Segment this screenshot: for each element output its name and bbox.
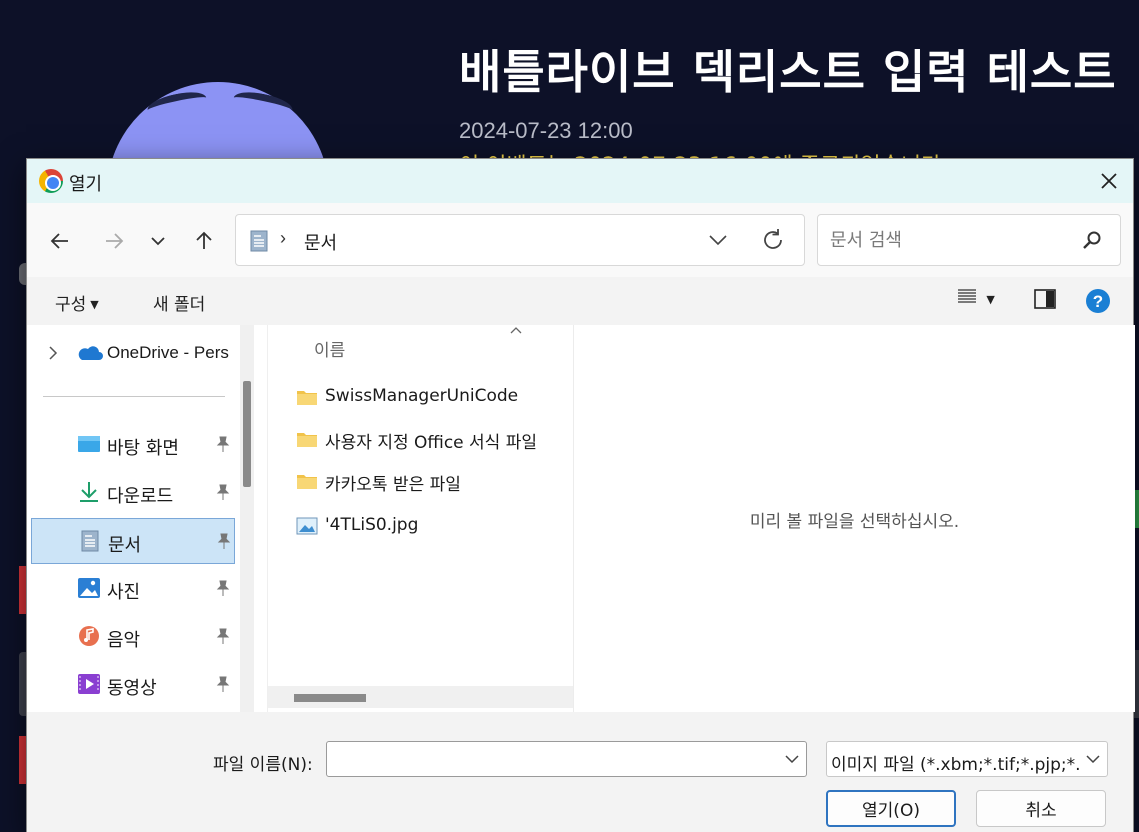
preview-pane-button[interactable] xyxy=(1034,289,1056,314)
pin-icon[interactable] xyxy=(215,435,231,453)
file-name: 사용자 지정 Office 서식 파일 xyxy=(325,433,537,453)
back-button[interactable] xyxy=(43,224,77,258)
address-bar[interactable]: › 문서 xyxy=(235,214,805,266)
nav-item-downloads[interactable]: 다운로드 xyxy=(31,470,235,516)
breadcrumb-separator: › xyxy=(280,228,286,248)
nav-item-label: 문서 xyxy=(108,535,142,556)
dialog-titlebar: 열기 xyxy=(27,159,1133,203)
search-box[interactable] xyxy=(817,214,1121,266)
pictures-icon xyxy=(78,578,100,598)
nav-item-documents[interactable]: 문서 xyxy=(31,518,235,564)
page-title: 배틀라이브 덱리스트 입력 테스트 xyxy=(459,45,1117,99)
nav-scrollbar-thumb[interactable] xyxy=(243,381,251,487)
close-icon xyxy=(1101,173,1117,189)
arrow-left-icon xyxy=(50,233,68,249)
organize-menu[interactable]: 구성 ▼ xyxy=(55,290,99,315)
file-name: SwissManagerUniCode xyxy=(325,386,519,406)
up-button[interactable] xyxy=(187,224,221,258)
new-folder-button[interactable]: 새 폴더 xyxy=(153,290,205,315)
refresh-icon[interactable] xyxy=(761,228,785,252)
help-button[interactable]: ? xyxy=(1085,288,1111,319)
organize-label: 구성 xyxy=(55,295,87,315)
onedrive-label: OneDrive - Pers xyxy=(107,343,229,362)
filename-label: 파일 이름(N): xyxy=(213,755,313,775)
list-view-icon xyxy=(958,289,976,303)
arrow-up-icon xyxy=(196,231,212,249)
nav-item-label: 음악 xyxy=(107,630,141,651)
chrome-icon xyxy=(39,169,63,193)
file-name: '4TLiS0.jpg xyxy=(325,515,419,535)
pin-icon[interactable] xyxy=(215,627,231,645)
preview-pane-icon xyxy=(1034,289,1056,309)
filename-combobox[interactable] xyxy=(326,741,807,777)
nav-divider xyxy=(43,396,225,397)
music-icon xyxy=(79,626,99,646)
close-button[interactable] xyxy=(1093,165,1125,197)
pin-icon[interactable] xyxy=(215,675,231,693)
onedrive-icon xyxy=(78,346,103,360)
chevron-right-icon[interactable] xyxy=(47,345,59,361)
column-header-name[interactable]: 이름 xyxy=(314,336,345,361)
filetype-select[interactable]: 이미지 파일 (*.xbm;*.tif;*.pjp;*.apng;*.svgz;… xyxy=(826,741,1108,777)
filetype-value: 이미지 파일 (*.xbm;*.tif;*.pjp;*.apng;*.svgz;… xyxy=(831,755,1079,775)
view-options-button[interactable]: ▼ xyxy=(957,287,995,310)
breadcrumb-current[interactable]: 문서 xyxy=(304,229,337,255)
caret-down-icon: ▼ xyxy=(986,293,995,306)
file-list-pane: 이름 SwissManagerUniCode 사용자 지정 Office 서식 … xyxy=(267,325,574,712)
dialog-body: OneDrive - Pers 바탕 화면 다운로드 문서 사진 음악 동영상 … xyxy=(27,325,1135,712)
chevron-down-icon[interactable] xyxy=(1085,752,1101,766)
desktop-icon xyxy=(78,436,100,452)
chevron-down-icon[interactable] xyxy=(784,752,800,766)
dialog-footer: 파일 이름(N): 이미지 파일 (*.xbm;*.tif;*.pjp;*.ap… xyxy=(27,712,1133,832)
document-icon xyxy=(250,230,268,252)
file-list-scrollbar-thumb[interactable] xyxy=(294,694,366,702)
file-name: 카카오톡 받은 파일 xyxy=(325,475,461,495)
download-icon xyxy=(80,482,98,502)
caret-down-icon: ▼ xyxy=(90,298,99,311)
videos-icon xyxy=(78,674,100,694)
document-icon xyxy=(81,530,99,552)
svg-text:?: ? xyxy=(1093,292,1103,311)
open-file-dialog: 열기 › 문서 구성▼ xyxy=(26,158,1135,832)
search-input[interactable] xyxy=(830,227,1070,253)
nav-item-label: 다운로드 xyxy=(107,486,174,507)
navigation-bar: › 문서 xyxy=(27,203,1133,277)
nav-item-label: 사진 xyxy=(107,582,141,603)
folder-icon xyxy=(297,391,317,405)
nav-item-label: 동영상 xyxy=(107,678,157,699)
nav-item-music[interactable]: 음악 xyxy=(31,614,235,660)
open-button[interactable]: 열기(O) xyxy=(826,790,956,827)
avatar-eye-left xyxy=(145,87,209,121)
chevron-down-icon[interactable] xyxy=(708,231,728,249)
image-file-icon xyxy=(296,517,318,535)
nav-item-videos[interactable]: 동영상 xyxy=(31,662,235,708)
nav-item-desktop[interactable]: 바탕 화면 xyxy=(31,422,235,468)
search-icon[interactable] xyxy=(1082,230,1102,250)
pin-icon[interactable] xyxy=(215,579,231,597)
avatar-eye-right xyxy=(231,87,295,121)
forward-button[interactable] xyxy=(97,224,131,258)
nav-item-pictures[interactable]: 사진 xyxy=(31,566,235,612)
arrow-right-icon xyxy=(106,233,124,249)
cancel-button[interactable]: 취소 xyxy=(976,790,1106,827)
command-toolbar: 구성 ▼ 새 폴더 ▼ ? xyxy=(27,277,1133,325)
chevron-down-icon xyxy=(151,237,165,246)
nav-item-label: 바탕 화면 xyxy=(107,438,179,459)
sort-ascending-icon xyxy=(510,327,522,334)
pin-icon[interactable] xyxy=(215,483,231,501)
event-date: 2024-07-23 12:00 xyxy=(459,118,633,143)
recent-locations-button[interactable] xyxy=(141,224,175,258)
filename-input[interactable] xyxy=(335,748,765,770)
nav-item-onedrive[interactable]: OneDrive - Pers xyxy=(27,339,239,369)
navigation-pane: OneDrive - Pers 바탕 화면 다운로드 문서 사진 음악 동영상 xyxy=(27,325,263,712)
preview-placeholder: 미리 볼 파일을 선택하십시오. xyxy=(749,512,960,532)
folder-icon xyxy=(297,433,317,447)
help-icon: ? xyxy=(1086,289,1110,313)
pin-icon[interactable] xyxy=(216,532,232,550)
preview-pane: 미리 볼 파일을 선택하십시오. xyxy=(573,325,1135,712)
folder-icon xyxy=(297,475,317,489)
dialog-title: 열기 xyxy=(69,174,103,195)
